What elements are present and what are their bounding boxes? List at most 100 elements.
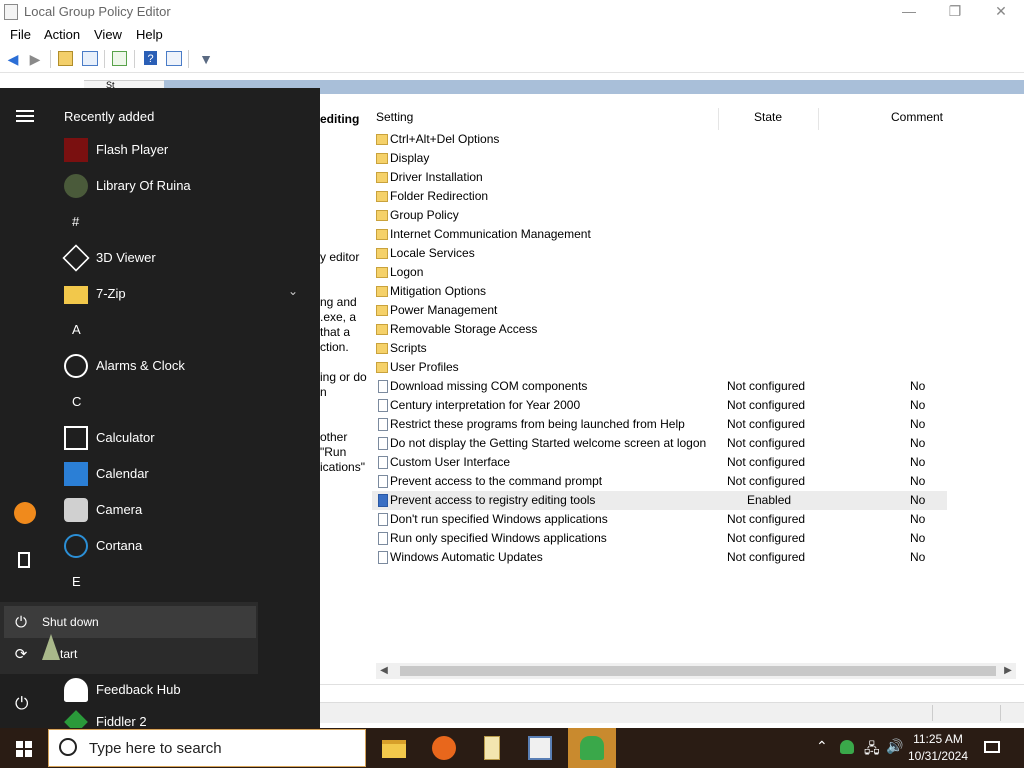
hamburger-menu-icon[interactable] <box>16 110 34 122</box>
toolbar: ◀ ▶ ? ▼ <box>0 46 1024 73</box>
clock-time: 11:25 AM <box>913 732 963 746</box>
menu-view[interactable]: View <box>94 27 122 42</box>
show-hidden-icons-icon[interactable]: ⌃ <box>816 738 828 755</box>
menu-help[interactable]: Help <box>136 27 163 42</box>
policy-setting-icon <box>378 494 388 507</box>
start-app-item[interactable]: Library Of Ruina <box>60 168 310 204</box>
taskbar-clock[interactable]: 11:25 AM 10/31/2024 <box>898 731 978 765</box>
policy-comment: No <box>910 474 926 488</box>
documents-icon[interactable] <box>18 552 30 568</box>
up-folder-icon[interactable] <box>58 51 73 66</box>
start-app-item[interactable]: Feedback Hub <box>60 672 310 708</box>
start-app-label: Library Of Ruina <box>96 178 191 193</box>
policy-row[interactable]: Don't run specified Windows applications… <box>376 510 1016 529</box>
folder-row[interactable]: Ctrl+Alt+Del Options <box>376 130 1016 149</box>
scroll-left-arrow-icon[interactable]: ◀ <box>376 663 392 679</box>
menu-action[interactable]: Action <box>44 27 80 42</box>
start-app-label: Camera <box>96 502 143 517</box>
power-icon[interactable]: ⏻ <box>15 694 28 714</box>
taskbar-notepad[interactable] <box>468 728 516 768</box>
folder-icon <box>376 267 388 278</box>
shutdown-option[interactable]: ⏻ Shut down <box>4 606 256 638</box>
policy-row[interactable]: Custom User Interface Not configured No <box>376 453 1016 472</box>
tray-user-icon[interactable] <box>840 740 854 754</box>
properties-icon[interactable] <box>166 51 182 66</box>
scroll-right-arrow-icon[interactable]: ▶ <box>1000 663 1016 679</box>
filter-icon[interactable]: ▼ <box>198 51 214 67</box>
scrollbar-thumb[interactable] <box>400 666 996 676</box>
start-app-item[interactable]: 3D Viewer <box>60 240 310 276</box>
folder-row[interactable]: Group Policy <box>376 206 1016 225</box>
folder-row[interactable]: Folder Redirection <box>376 187 1016 206</box>
policy-setting-icon <box>378 437 388 450</box>
close-button[interactable]: ✕ <box>978 0 1024 24</box>
folder-name: Folder Redirection <box>390 189 489 203</box>
start-app-item[interactable]: Calculator <box>60 420 310 456</box>
folder-icon <box>376 248 388 259</box>
help-icon[interactable]: ? <box>144 51 157 65</box>
column-header-comment[interactable]: Comment <box>891 110 943 124</box>
policy-row[interactable]: Prevent access to registry editing tools… <box>372 491 947 510</box>
library-of-ruina-icon <box>64 174 88 198</box>
taskbar-group-policy[interactable] <box>568 728 616 768</box>
restart-option[interactable]: ⟳ tart <box>4 638 256 670</box>
back-arrow-icon[interactable]: ◀ <box>5 51 21 67</box>
folder-row[interactable]: Scripts <box>376 339 1016 358</box>
folder-row[interactable]: Internet Communication Management <box>376 225 1016 244</box>
column-header-state[interactable]: State <box>754 110 782 124</box>
forward-arrow-icon[interactable]: ▶ <box>27 51 43 67</box>
user-avatar[interactable] <box>14 502 36 524</box>
column-header-setting[interactable]: Setting <box>376 110 413 124</box>
start-app-label: Fiddler 2 <box>96 714 147 729</box>
folder-row[interactable]: Mitigation Options <box>376 282 1016 301</box>
taskbar-file-explorer[interactable] <box>370 728 418 768</box>
folder-row[interactable]: Power Management <box>376 301 1016 320</box>
minimize-button[interactable]: — <box>886 0 932 24</box>
taskbar-firefox[interactable] <box>420 728 468 768</box>
start-app-item[interactable]: Camera <box>60 492 310 528</box>
policy-row[interactable]: Restrict these programs from being launc… <box>376 415 1016 434</box>
folder-name: Ctrl+Alt+Del Options <box>390 132 500 146</box>
policy-row[interactable]: Century interpretation for Year 2000 Not … <box>376 396 1016 415</box>
policy-state: Not configured <box>727 398 806 412</box>
policy-row[interactable]: Windows Automatic Updates Not configured N… <box>376 548 1016 567</box>
horizontal-scrollbar[interactable]: ◀ ▶ <box>376 663 1016 679</box>
menu-bar: File Action View Help <box>0 24 1024 44</box>
chevron-down-icon[interactable]: ⌄ <box>288 284 298 298</box>
folder-row[interactable]: User Profiles <box>376 358 1016 377</box>
cortana-icon <box>64 534 88 558</box>
section-letter-header[interactable]: A <box>72 322 81 337</box>
maximize-button[interactable]: ❐ <box>932 0 978 24</box>
export-list-icon[interactable] <box>112 51 127 66</box>
policy-row[interactable]: Do not display the Getting Started welco… <box>376 434 1016 453</box>
policy-row[interactable]: Download missing COM components Not confi… <box>376 377 1016 396</box>
policy-row[interactable]: Run only specified Windows applications N… <box>376 529 1016 548</box>
section-letter-header[interactable]: C <box>72 394 81 409</box>
start-app-item[interactable]: Cortana <box>60 528 310 564</box>
folder-name: Locale Services <box>390 246 475 260</box>
folder-row[interactable]: Logon <box>376 263 1016 282</box>
notepad-icon <box>484 736 500 760</box>
start-app-item[interactable]: 7-Zip ⌄ <box>60 276 310 312</box>
folder-row[interactable]: Removable Storage Access <box>376 320 1016 339</box>
taskbar-search-box[interactable]: Type here to search <box>48 729 366 767</box>
show-hide-tree-icon[interactable] <box>82 51 98 66</box>
section-letter-header[interactable]: # <box>72 214 79 229</box>
policy-name: Windows Automatic Updates <box>390 550 543 564</box>
menu-file[interactable]: File <box>10 27 31 42</box>
start-app-item[interactable]: Flash Player <box>60 132 310 168</box>
policy-header-partial: editing <box>320 112 360 126</box>
taskbar-mmc[interactable] <box>516 728 564 768</box>
policy-row[interactable]: Prevent access to the command prompt Not … <box>376 472 1016 491</box>
folder-row[interactable]: Driver Installation <box>376 168 1016 187</box>
folder-row[interactable]: Display <box>376 149 1016 168</box>
network-icon[interactable]: 🖧 <box>864 738 880 762</box>
folder-row[interactable]: Locale Services <box>376 244 1016 263</box>
section-letter-header[interactable]: E <box>72 574 81 589</box>
folder-name: Mitigation Options <box>390 284 487 298</box>
notifications-icon[interactable] <box>984 741 1000 753</box>
start-button[interactable] <box>0 728 48 768</box>
start-app-item[interactable]: Calendar <box>60 456 310 492</box>
start-app-item[interactable]: Alarms & Clock <box>60 348 310 384</box>
flash-player-icon <box>64 138 88 162</box>
